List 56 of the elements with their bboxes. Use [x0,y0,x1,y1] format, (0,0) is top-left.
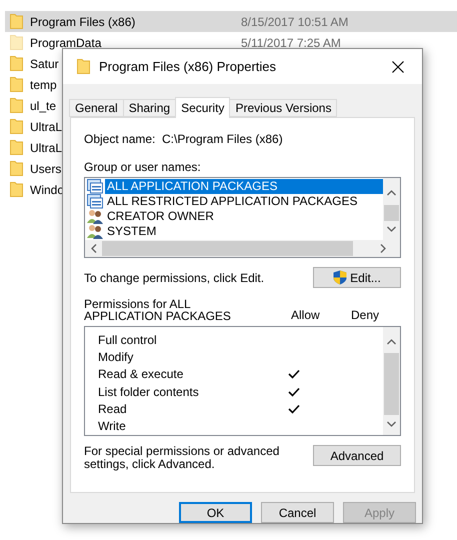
permission-name: Full control [98,332,158,347]
folder-icon [77,59,90,74]
scroll-up-icon[interactable] [387,339,396,346]
permission-name: Write [98,419,127,434]
file-name[interactable]: Program Files (x86) [30,14,241,28]
close-icon [392,60,404,73]
folder-icon [10,56,23,71]
tab[interactable]: General [69,99,124,118]
deny-header: Deny [351,308,380,322]
file-date: 5/11/2017 7:25 AM [241,36,341,50]
folder-icon [10,182,23,197]
folder-icon [10,98,23,113]
permission-name: List folder contents [98,384,200,399]
advanced-button[interactable]: Advanced [313,445,401,466]
allow-header: Allow [291,308,321,322]
folder-icon [10,119,23,134]
folder-icon [10,35,23,50]
permission-name: Read & execute [98,367,184,382]
window-title: Program Files (x86) Properties [99,59,277,74]
vertical-scrollbar[interactable] [383,178,400,240]
object-name-label: Object name: [84,132,156,146]
horizontal-scrollbar[interactable] [85,240,400,258]
tab[interactable]: Sharing [122,99,176,118]
tab[interactable]: Security [175,97,230,118]
tab[interactable]: Previous Versions [229,99,338,118]
file-name[interactable]: ProgramData [30,36,241,50]
scroll-down-icon[interactable] [387,226,396,232]
package-icon [87,194,103,210]
group-item[interactable]: ALL RESTRICTED APPLICATION PACKAGES [105,194,360,210]
file-date: 8/15/2017 10:51 AM [241,14,348,28]
scroll-down-icon[interactable] [387,421,396,428]
users-icon [87,209,103,224]
folder-icon [10,14,23,29]
folder-icon [10,77,23,92]
file-row[interactable]: Program Files (x86) 8/15/2017 10:51 AM [5,11,457,32]
folder-icon [10,140,23,155]
group-item[interactable]: ALL APPLICATION PACKAGES [105,179,383,194]
groups-label: Group or user names: [84,160,202,174]
vertical-scrollbar[interactable] [383,327,400,436]
advanced-hint: For special permissions or advanced settings, click Advanced. [84,445,280,472]
dialog-button[interactable]: Cancel [261,502,334,523]
permission-name: Modify [98,350,134,364]
permissions-label: Permissions for ALL APPLICATION PACKAGES [84,298,232,322]
dialog-button[interactable]: OK [179,502,252,523]
group-item[interactable]: SYSTEM [105,224,158,240]
change-hint: To change permissions, click Edit. [84,270,264,285]
users-icon [87,224,103,240]
scroll-up-icon[interactable] [387,190,396,196]
group-item[interactable]: CREATOR OWNER [105,209,216,224]
scroll-right-icon[interactable] [380,244,386,254]
folder-icon [10,161,23,176]
scroll-left-icon[interactable] [90,244,96,254]
edit-button[interactable]: Edit... [313,267,401,288]
permission-name: Read [98,402,128,416]
object-name-value: C:\Program Files (x86) [162,132,283,146]
shield-icon [333,270,348,286]
